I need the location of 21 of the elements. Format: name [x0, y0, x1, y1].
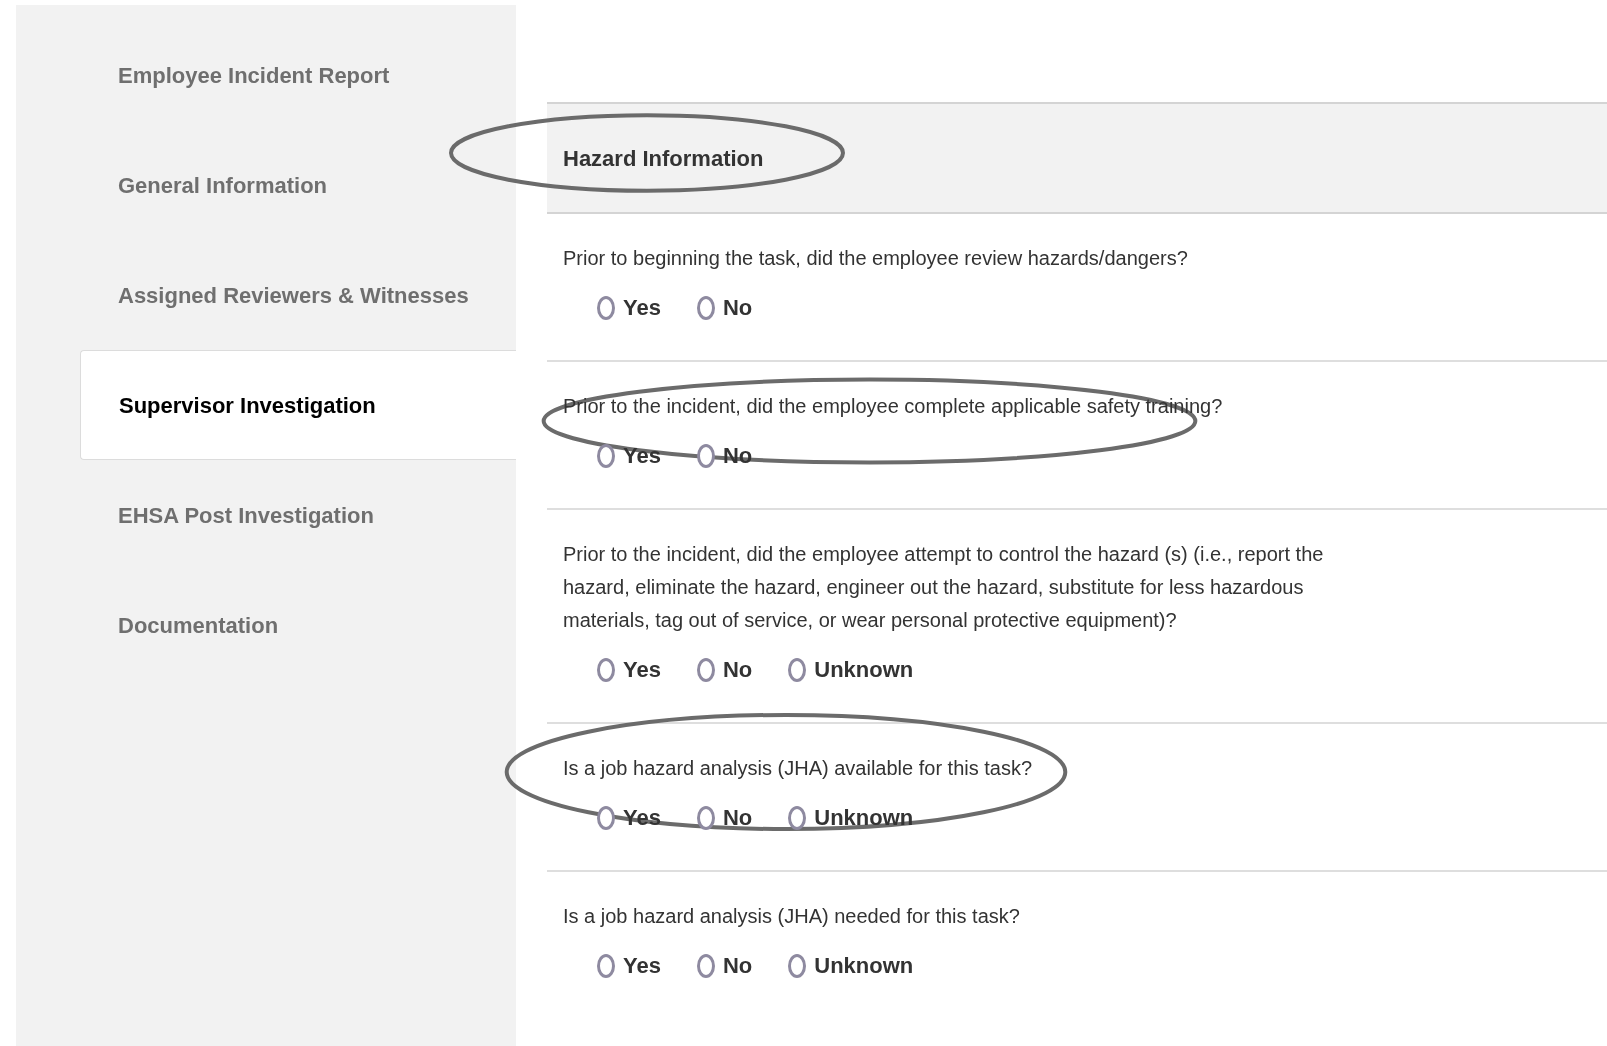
sidebar-item[interactable]: General Information: [80, 130, 516, 240]
sidebar-item[interactable]: EHSA Post Investigation: [80, 460, 516, 570]
radio-option[interactable]: Unknown: [788, 801, 914, 834]
question-text: Prior to beginning the task, did the employee review hazards/dangers?: [563, 246, 1188, 271]
sidebar-item[interactable]: Supervisor Investigation: [80, 350, 516, 460]
question-text: Prior to the incident, did the employee attempt to control the hazard (s) (i.e., report the hazard, eliminate the hazard, engineer out the hazard, substitute for less hazardous materials, tag out of service, or wear personal protective equipment)?: [563, 542, 1325, 633]
radio-option[interactable]: No: [696, 949, 753, 982]
sidebar-item[interactable]: Documentation: [80, 570, 516, 680]
radio-option[interactable]: No: [696, 801, 753, 834]
sidebar-item[interactable]: Employee Incident Report: [80, 20, 516, 130]
radio-option[interactable]: Unknown: [788, 653, 914, 686]
radio-option[interactable]: Yes: [597, 291, 661, 324]
sidebar-item[interactable]: Assigned Reviewers & Witnesses: [80, 240, 516, 350]
radio-option[interactable]: Yes: [597, 949, 661, 982]
radio-option[interactable]: No: [696, 291, 753, 324]
question-text: Is a job hazard analysis (JHA) available for this task?: [563, 756, 1033, 781]
radio-option[interactable]: No: [696, 653, 753, 686]
section-title: Hazard Information: [563, 144, 764, 173]
radio-option[interactable]: Unknown: [788, 949, 914, 982]
question-text: Is a job hazard analysis (JHA) needed for this task?: [563, 904, 1020, 929]
radio-option[interactable]: Yes: [597, 653, 661, 686]
